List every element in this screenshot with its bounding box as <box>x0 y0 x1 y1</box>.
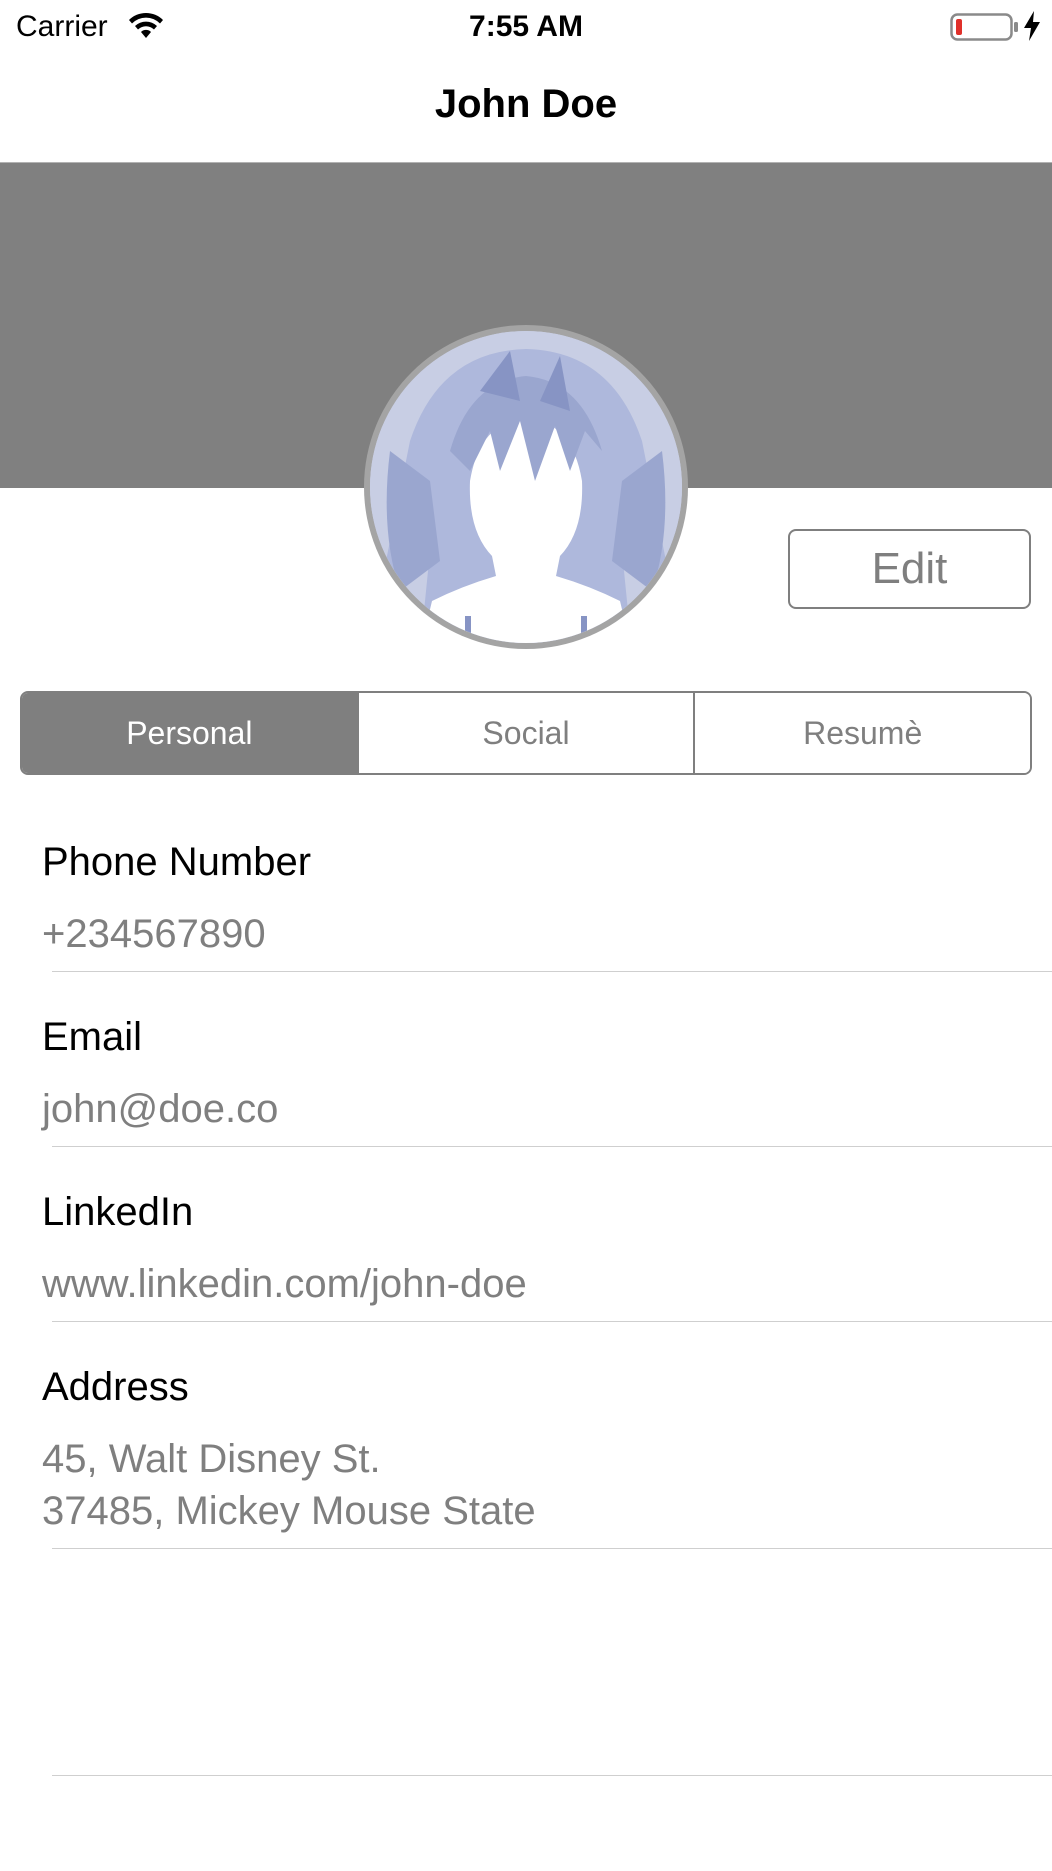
tab-social[interactable]: Social <box>356 693 694 773</box>
avatar-silhouette-icon <box>370 331 682 643</box>
separator <box>52 1548 1052 1549</box>
separator <box>52 1146 1052 1147</box>
tab-resume[interactable]: Resumè <box>693 693 1030 773</box>
address-line-1[interactable]: 45, Walt Disney St. <box>42 1433 381 1485</box>
status-bar: Carrier 7:55 AM <box>0 0 1052 54</box>
tab-personal[interactable]: Personal <box>22 693 357 773</box>
email-value[interactable]: john@doe.co <box>42 1083 278 1135</box>
separator <box>52 1775 1052 1776</box>
navigation-bar: John Doe <box>0 54 1052 163</box>
status-time: 7:55 AM <box>469 10 583 43</box>
edit-button[interactable]: Edit <box>788 529 1031 609</box>
profile-tabs: Personal Social Resumè <box>20 691 1032 775</box>
email-label: Email <box>42 1015 143 1059</box>
separator <box>52 1321 1052 1322</box>
page-title: John Doe <box>434 82 618 126</box>
phone-label: Phone Number <box>42 840 312 884</box>
linkedin-value[interactable]: www.linkedin.com/john-doe <box>42 1258 527 1310</box>
linkedin-label: LinkedIn <box>42 1190 194 1234</box>
charging-bolt-icon <box>1024 11 1040 41</box>
avatar[interactable] <box>364 325 688 649</box>
avatar-image <box>370 331 682 643</box>
separator <box>52 971 1052 972</box>
address-label: Address <box>42 1365 189 1409</box>
phone-value[interactable]: +234567890 <box>42 908 266 960</box>
address-line-2[interactable]: 37485, Mickey Mouse State <box>42 1485 536 1537</box>
battery-low-icon <box>950 13 1018 41</box>
